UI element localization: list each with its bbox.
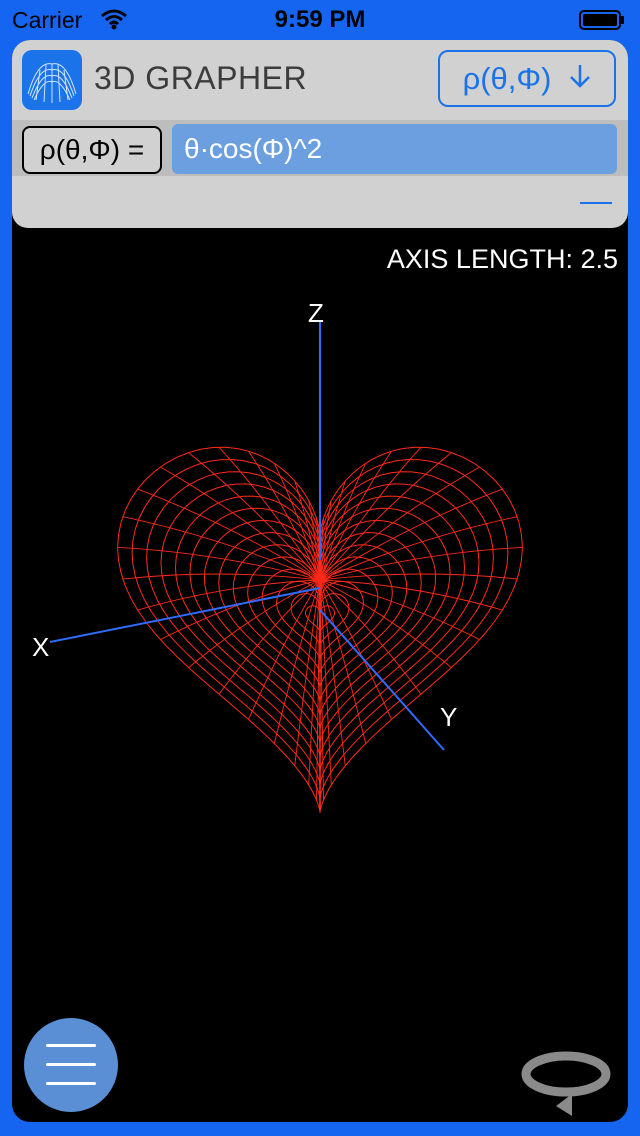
x-axis-label: X [32, 632, 50, 662]
surface-meridian [122, 573, 321, 581]
rotate-icon [521, 1051, 611, 1116]
collapse-handle[interactable] [580, 202, 612, 204]
status-bar: Carrier 9:59 PM [0, 0, 640, 40]
function-mode-button[interactable]: ρ(θ,Φ) [438, 50, 616, 107]
equation-input[interactable]: θ·cos(Φ)^2 [172, 124, 617, 174]
rotate-button[interactable] [516, 1026, 620, 1116]
surface-meridian [117, 546, 321, 581]
surface-meridian [160, 579, 321, 641]
surface-meridian [273, 579, 321, 744]
axis-length-label: AXIS LENGTH: 2.5 [386, 244, 618, 274]
control-panel: 3D GRAPHER ρ(θ,Φ) ρ(θ,Φ) = θ·cos(Φ)^2 [12, 40, 628, 228]
app-screen: 3D GRAPHER ρ(θ,Φ) ρ(θ,Φ) = θ·cos(Φ)^2 AX… [12, 40, 628, 1122]
surface-meridian [273, 463, 321, 581]
battery-icon [579, 10, 625, 30]
z-axis-label: Z [308, 298, 324, 328]
y-axis [319, 609, 445, 751]
clock: 9:59 PM [274, 6, 366, 33]
surface-plot-icon [22, 50, 82, 110]
x-axis [49, 587, 321, 643]
surface-meridian [319, 579, 367, 744]
arrow-down-icon [569, 61, 591, 97]
surface-meridian [319, 546, 523, 581]
menu-button[interactable] [24, 1018, 118, 1112]
app-title: 3D GRAPHER [94, 60, 308, 96]
equation-label: ρ(θ,Φ) = [22, 126, 162, 174]
graph-canvas[interactable] [12, 280, 628, 980]
y-axis-label: Y [440, 702, 458, 732]
surface-meridian [319, 579, 480, 641]
surface-meridian [319, 463, 367, 581]
surface-meridian [319, 573, 518, 581]
mode-label: ρ(θ,Φ) [462, 60, 552, 96]
graph-view[interactable]: Z X Y [12, 280, 628, 980]
equation-row: ρ(θ,Φ) = θ·cos(Φ)^2 [12, 120, 628, 176]
